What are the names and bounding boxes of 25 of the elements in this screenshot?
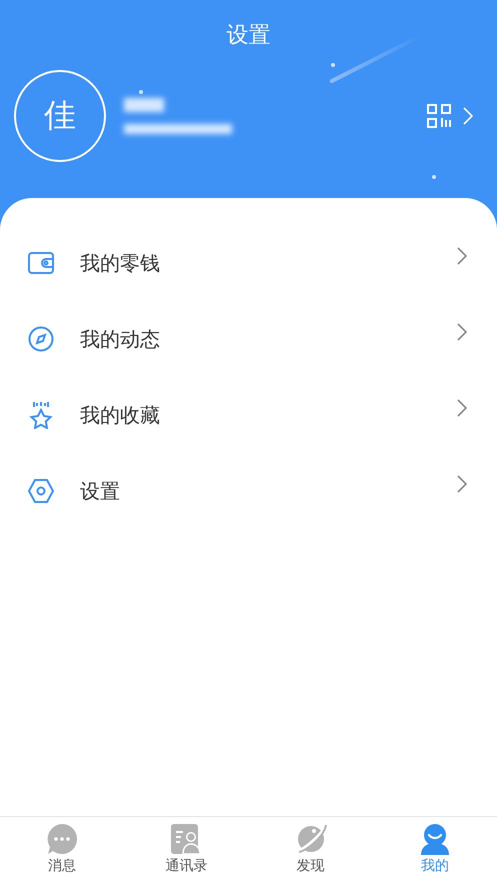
- menu-item[interactable]: 我的动态: [0, 301, 497, 377]
- chevron-icon: [457, 247, 467, 265]
- tab[interactable]: 通讯录: [124, 817, 248, 883]
- star-dot: [432, 175, 436, 179]
- menu-item[interactable]: 我的收藏: [0, 377, 497, 453]
- contact-card-icon: [170, 823, 202, 855]
- blurred-name: [124, 98, 164, 112]
- smiling-person-icon: [418, 823, 451, 855]
- wallet-icon: [28, 251, 54, 275]
- chevron-icon: [457, 475, 467, 493]
- chevron-icon: [457, 399, 467, 417]
- menu-item[interactable]: 我的零钱: [0, 225, 497, 301]
- chat-bubble-icon: [46, 823, 78, 855]
- tab[interactable]: 发现: [248, 817, 373, 883]
- tab[interactable]: 消息: [0, 817, 124, 883]
- page-title: 设置: [226, 22, 272, 50]
- star-dot: [139, 90, 143, 94]
- chevron-icon: [457, 323, 467, 341]
- star-dot: [331, 63, 335, 67]
- compass-icon: [28, 326, 54, 352]
- chevron-icon: [463, 107, 473, 125]
- menu-item[interactable]: 设置: [0, 453, 497, 529]
- qr-code-icon[interactable]: [427, 104, 451, 128]
- star-icon: [28, 401, 54, 429]
- hexagon-settings-icon: [28, 479, 54, 503]
